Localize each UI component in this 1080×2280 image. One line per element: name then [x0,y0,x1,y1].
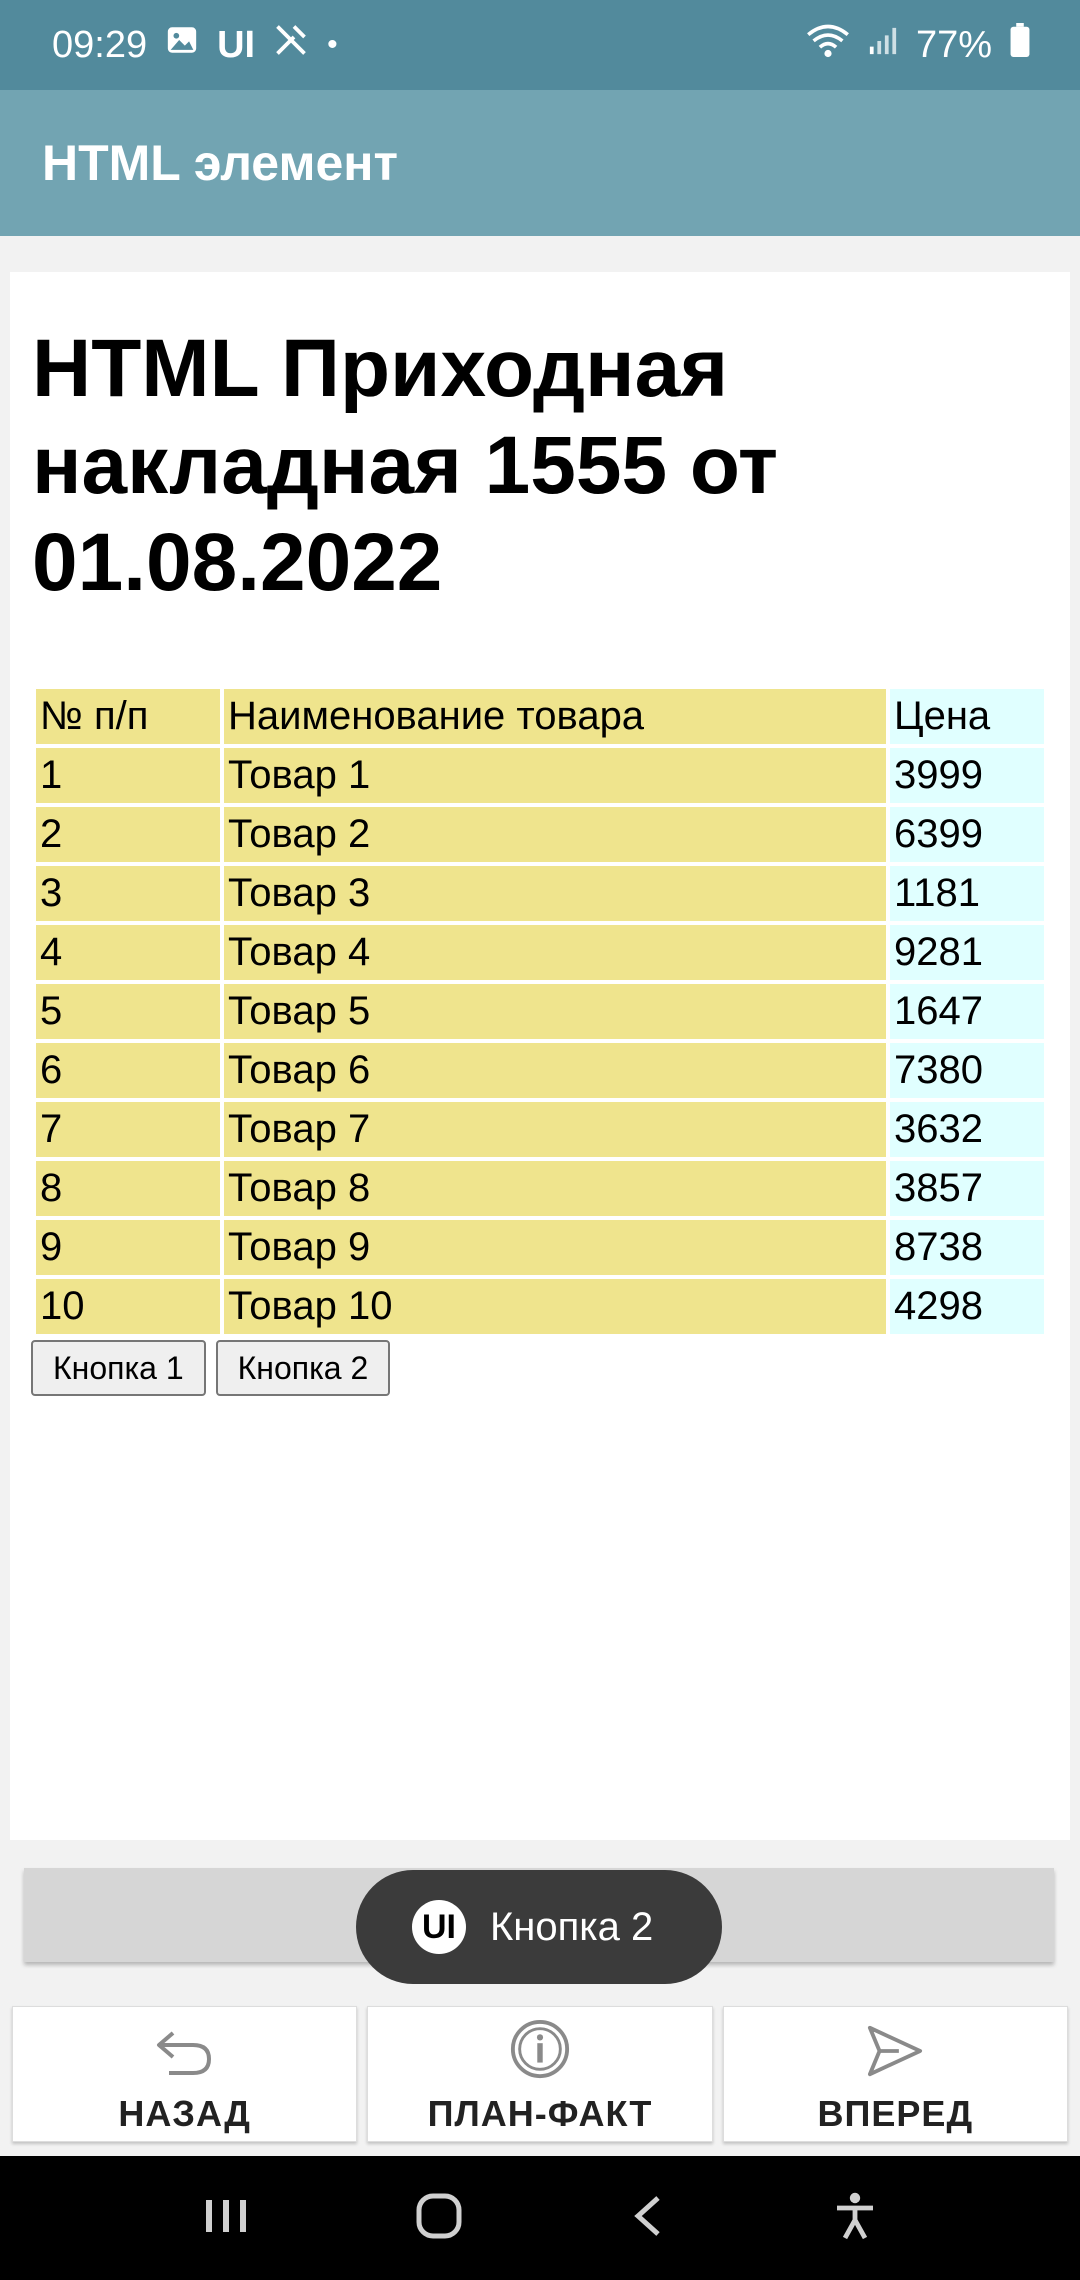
toast-message: Кнопка 2 [490,1904,654,1949]
plan-fact-label: ПЛАН-ФАКТ [427,2093,653,2134]
image-icon [165,23,199,67]
cell-name: Товар 10 [224,1279,886,1334]
cell-name: Товар 6 [224,1043,886,1098]
info-icon [509,2018,571,2093]
status-right: 77% [806,22,1030,68]
invoice-table: № п/п Наименование товара Цена 1 Товар 1… [32,685,1048,1338]
recents-icon[interactable] [202,2194,250,2243]
cell-number: 6 [36,1043,220,1098]
back-label: НАЗАД [118,2093,251,2134]
column-header-number: № п/п [36,689,220,744]
cell-price: 3999 [890,748,1044,803]
cell-price: 8738 [890,1220,1044,1275]
status-left: 09:29 UI • [52,22,338,68]
undo-arrow-icon [153,2022,217,2093]
cell-number: 7 [36,1102,220,1157]
table-row: 3 Товар 3 1181 [36,866,1044,921]
forward-label: ВПЕРЕД [817,2093,974,2134]
cell-price: 6399 [890,807,1044,862]
send-icon [864,2022,926,2093]
status-bar: 09:29 UI • 77% [0,0,1080,90]
table-row: 6 Товар 6 7380 [36,1043,1044,1098]
cell-name: Товар 7 [224,1102,886,1157]
table-row: 1 Товар 1 3999 [36,748,1044,803]
document-title: HTML Приходная накладная 1555 от 01.08.2… [32,323,779,608]
table-header-row: № п/п Наименование товара Цена [36,689,1044,744]
table-row: 10 Товар 10 4298 [36,1279,1044,1334]
cell-name: Товар 5 [224,984,886,1039]
system-nav-bar [0,2156,1080,2280]
wifi-icon [806,22,850,68]
cell-name: Товар 8 [224,1161,886,1216]
table-row: 7 Товар 7 3632 [36,1102,1044,1157]
cell-number: 2 [36,807,220,862]
cell-name: Товар 1 [224,748,886,803]
app-bar: HTML элемент [0,90,1080,236]
cell-name: Товар 3 [224,866,886,921]
column-header-price: Цена [890,689,1044,744]
app-bar-title: HTML элемент [42,135,398,191]
column-header-name: Наименование товара [224,689,886,744]
status-time: 09:29 [52,23,148,66]
plan-fact-button[interactable]: ПЛАН-ФАКТ [367,2006,713,2142]
toast: UI Кнопка 2 [356,1870,722,1984]
cell-price: 4298 [890,1279,1044,1334]
cell-number: 3 [36,866,220,921]
battery-icon [1010,23,1030,67]
cell-price: 1647 [890,984,1044,1039]
cell-price: 9281 [890,925,1044,980]
cell-price: 3857 [890,1161,1044,1216]
signal-icon [868,24,898,67]
table-row: 8 Товар 8 3857 [36,1161,1044,1216]
table-row: 9 Товар 9 8738 [36,1220,1044,1275]
html-buttons: Кнопка 1 Кнопка 2 [31,1340,391,1396]
cell-price: 7380 [890,1043,1044,1098]
toast-app-icon: UI [412,1900,466,1954]
cell-name: Товар 9 [224,1220,886,1275]
cell-number: 8 [36,1161,220,1216]
cell-number: 10 [36,1279,220,1334]
home-icon[interactable] [413,2190,465,2247]
battery-level: 77% [915,23,992,66]
cell-number: 1 [36,748,220,803]
button-1[interactable]: Кнопка 1 [31,1340,206,1396]
back-button[interactable]: НАЗАД [12,2006,358,2142]
table-row: 2 Товар 2 6399 [36,807,1044,862]
button-2[interactable]: Кнопка 2 [215,1340,391,1396]
cell-number: 5 [36,984,220,1039]
html-content: HTML Приходная накладная 1555 от 01.08.2… [10,272,1070,1840]
cell-name: Товар 2 [224,807,886,862]
status-dot: • [327,28,338,61]
table-row: 5 Товар 5 1647 [36,984,1044,1039]
cell-number: 4 [36,925,220,980]
table-row: 4 Товар 4 9281 [36,925,1044,980]
bottom-nav: НАЗАД ПЛАН-ФАКТ ВПЕРЕД [12,2006,1068,2142]
tools-icon [273,22,309,68]
chevron-left-icon[interactable] [628,2192,668,2245]
forward-button[interactable]: ВПЕРЕД [722,2006,1068,2142]
status-app-badge: UI [217,23,256,66]
cell-price: 3632 [890,1102,1044,1157]
cell-price: 1181 [890,866,1044,921]
accessibility-icon[interactable] [831,2190,879,2247]
cell-name: Товар 4 [224,925,886,980]
cell-number: 9 [36,1220,220,1275]
